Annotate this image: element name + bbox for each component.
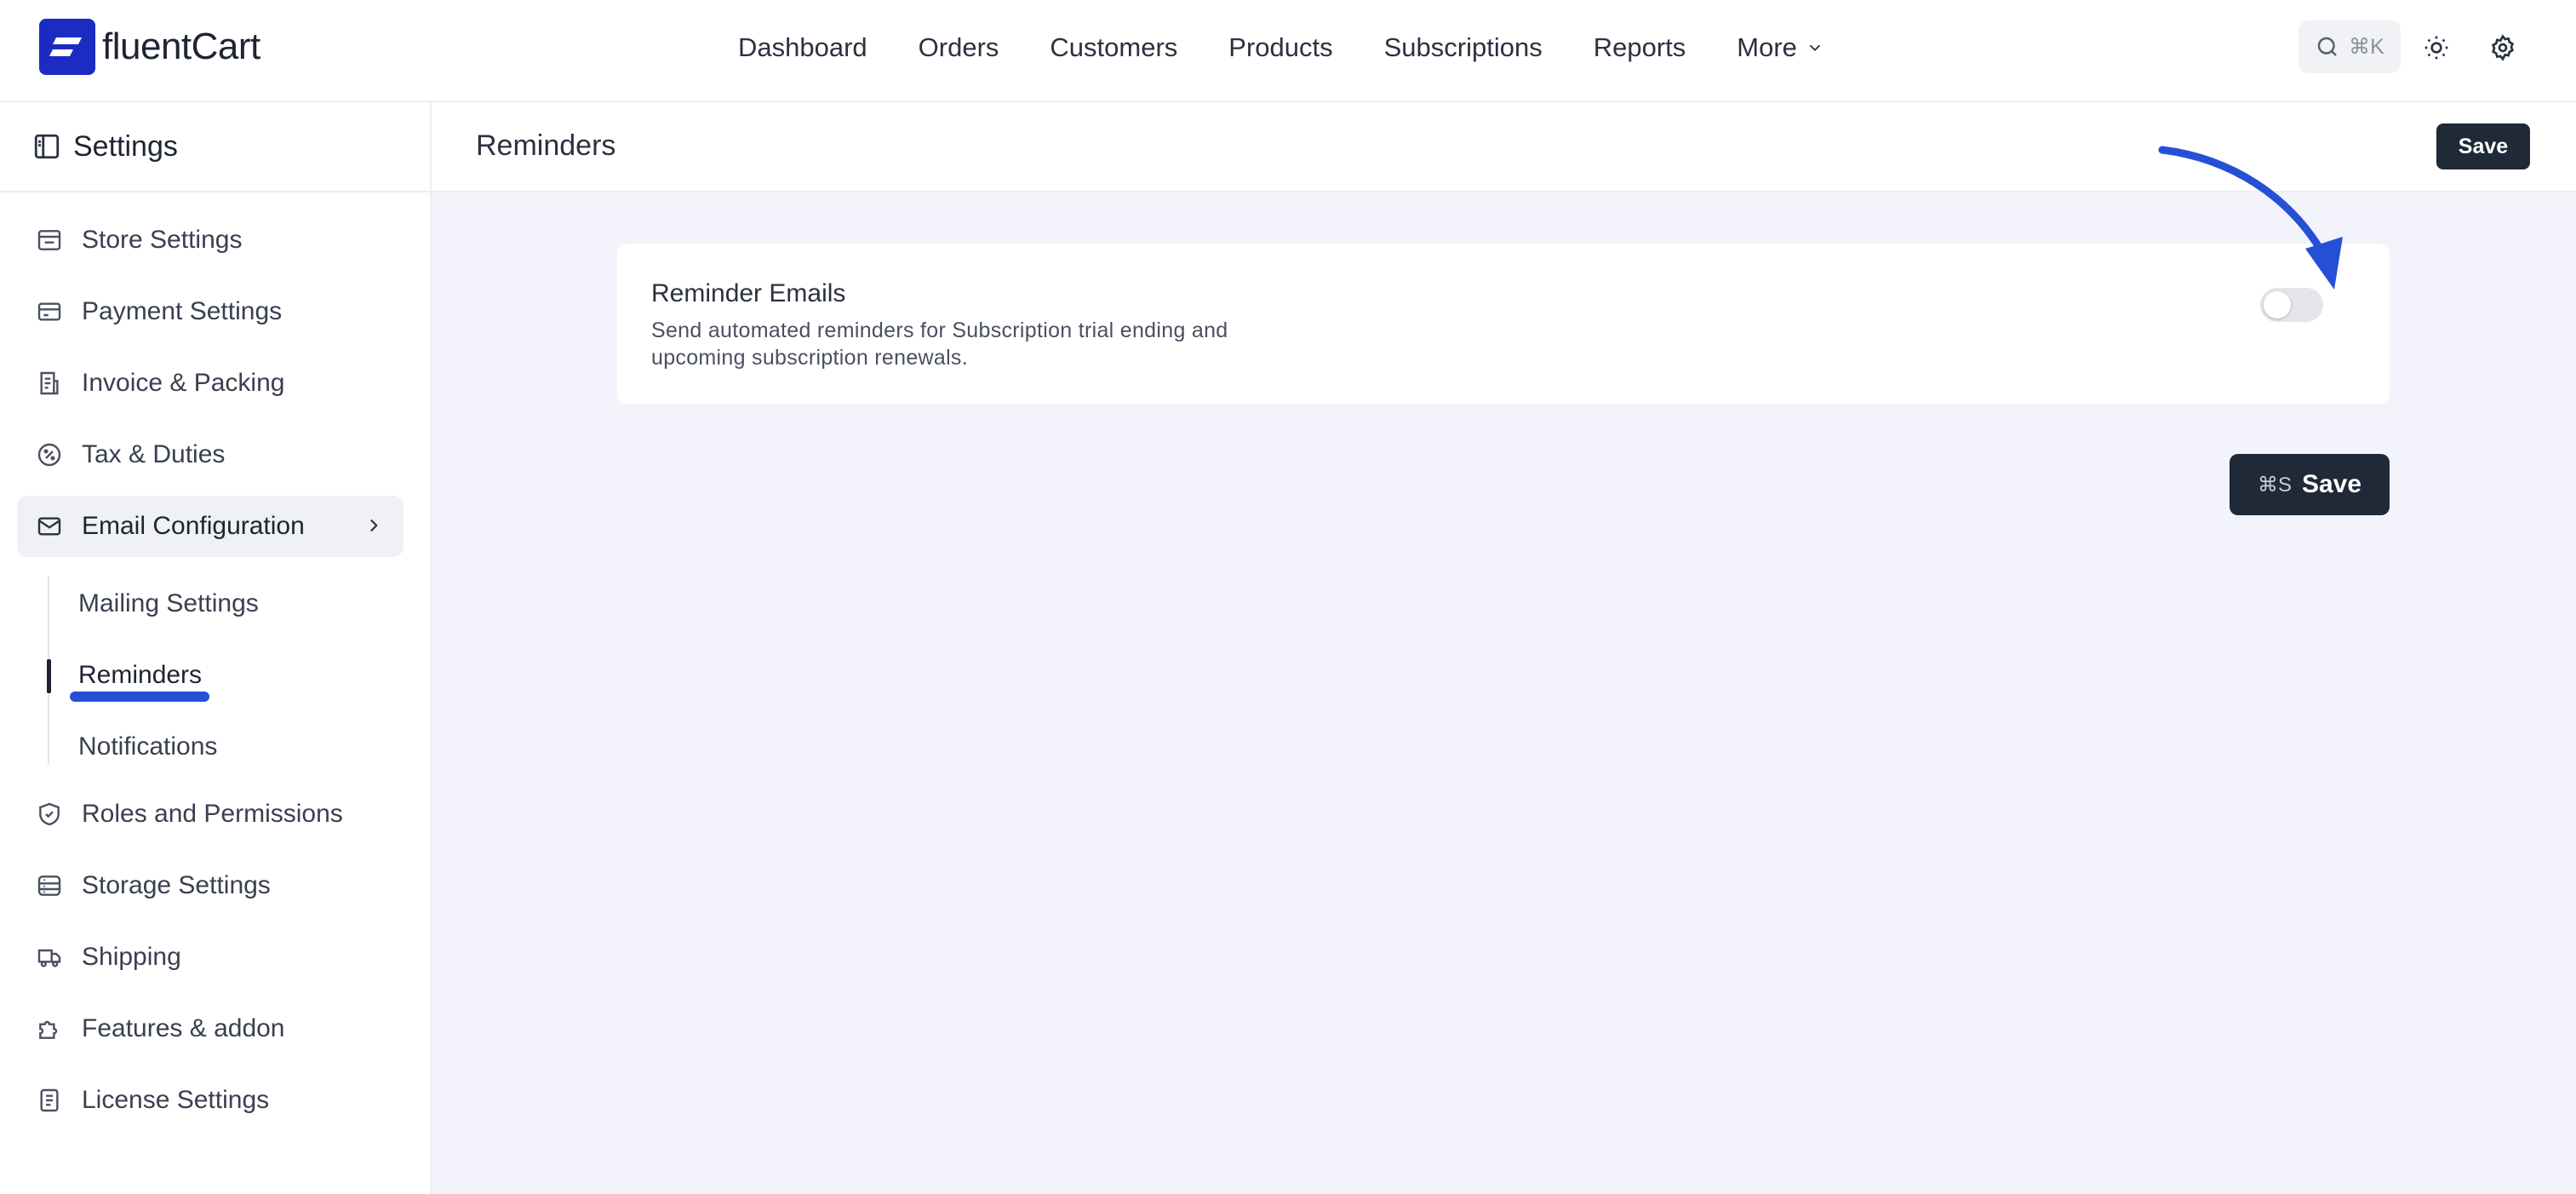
sidebar-item-license-settings[interactable]: License Settings — [17, 1070, 404, 1131]
annotation-arrow-icon — [2158, 146, 2343, 290]
main-nav: Dashboard Orders Customers Products Subs… — [738, 27, 1824, 68]
nav-dashboard[interactable]: Dashboard — [738, 32, 867, 63]
sidebar-item-invoice-packing[interactable]: Invoice & Packing — [17, 353, 404, 414]
submenu-active-indicator — [47, 659, 51, 693]
sidebar-item-tax-duties[interactable]: Tax & Duties — [17, 424, 404, 485]
sidebar-item-label: Email Configuration — [82, 512, 305, 540]
nav-more-label: More — [1737, 32, 1797, 62]
sidebar-item-label: Tax & Duties — [82, 440, 226, 468]
sidebar-item-payment-settings[interactable]: Payment Settings — [17, 281, 404, 342]
search-button[interactable]: ⌘K — [2298, 20, 2401, 73]
fluentcart-logo[interactable]: fluentCart — [39, 19, 260, 75]
sidebar-item-email-configuration[interactable]: Email Configuration — [17, 496, 404, 557]
search-shortcut: ⌘K — [2349, 35, 2384, 59]
sun-icon — [2424, 36, 2448, 60]
sidebar-panel-icon[interactable] — [32, 132, 61, 161]
theme-toggle-button[interactable] — [2418, 29, 2455, 66]
nav-reports[interactable]: Reports — [1594, 32, 1686, 63]
fluentcart-logo-icon — [39, 19, 95, 75]
submenu-item-reminders[interactable]: Reminders — [78, 661, 202, 690]
top-navbar: fluentCart Dashboard Orders Customers Pr… — [0, 0, 2576, 102]
logo-text: fluentCart — [102, 26, 260, 67]
chevron-down-icon — [1809, 44, 1821, 52]
card-title: Reminder Emails — [651, 279, 846, 307]
chevron-right-icon — [369, 519, 378, 532]
mail-icon — [34, 511, 65, 542]
sidebar-item-label: Roles and Permissions — [82, 800, 343, 828]
invoice-icon — [34, 368, 65, 399]
page-title: Reminders — [476, 129, 616, 162]
settings-button[interactable] — [2484, 29, 2522, 66]
sidebar-item-features-addon[interactable]: Features & addon — [17, 998, 404, 1059]
sidebar-item-label: Store Settings — [82, 226, 243, 254]
shield-check-icon — [34, 799, 65, 829]
save-button-bottom[interactable]: ⌘S Save — [2230, 454, 2390, 515]
license-icon — [34, 1085, 65, 1116]
nav-subscriptions[interactable]: Subscriptions — [1384, 32, 1543, 63]
sidebar-item-label: License Settings — [82, 1086, 270, 1114]
sidebar-item-storage-settings[interactable]: Storage Settings — [17, 855, 404, 916]
nav-customers[interactable]: Customers — [1050, 32, 1177, 63]
percent-icon — [34, 439, 65, 470]
settings-sidebar: Settings Store Settings Payment Settings… — [0, 102, 432, 1194]
sidebar-item-shipping[interactable]: Shipping — [17, 927, 404, 988]
truck-icon — [34, 942, 65, 973]
credit-card-icon — [34, 296, 65, 327]
submenu-item-mailing-settings[interactable]: Mailing Settings — [78, 589, 259, 618]
sidebar-item-label: Shipping — [82, 943, 181, 971]
save-button[interactable]: Save — [2436, 123, 2530, 169]
storage-icon — [34, 870, 65, 901]
search-icon — [2317, 37, 2338, 56]
sidebar-title: Settings — [73, 129, 178, 163]
puzzle-icon — [34, 1013, 65, 1044]
nav-more[interactable]: More — [1737, 32, 1824, 63]
sidebar-item-label: Payment Settings — [82, 297, 283, 325]
card-description: Send automated reminders for Subscriptio… — [651, 319, 1228, 370]
save-shortcut: ⌘S — [2257, 473, 2292, 497]
submenu-item-notifications[interactable]: Notifications — [78, 732, 217, 761]
gear-icon — [2492, 34, 2514, 61]
reminder-emails-card: Reminder Emails Send automated reminders… — [617, 244, 2390, 404]
sidebar-item-roles-permissions[interactable]: Roles and Permissions — [17, 784, 404, 845]
save-bottom-label: Save — [2301, 470, 2362, 498]
store-icon — [34, 225, 65, 255]
nav-orders[interactable]: Orders — [919, 32, 999, 63]
sidebar-item-label: Storage Settings — [82, 871, 271, 899]
sidebar-item-store-settings[interactable]: Store Settings — [17, 210, 404, 271]
annotation-underline — [70, 692, 209, 702]
sidebar-item-label: Features & addon — [82, 1014, 285, 1042]
sidebar-header: Settings — [0, 102, 430, 192]
nav-products[interactable]: Products — [1228, 32, 1332, 63]
sidebar-item-label: Invoice & Packing — [82, 369, 285, 397]
